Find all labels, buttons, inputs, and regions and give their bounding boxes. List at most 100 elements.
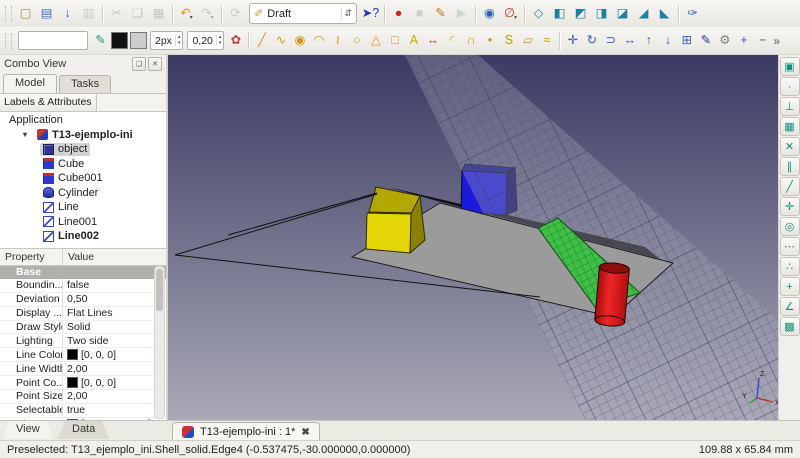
draft-bezier[interactable]: ≈ [537,30,556,51]
draft-remove-point[interactable]: − [753,30,772,51]
undo-caret-icon[interactable]: ▾ [190,14,193,24]
line-color-swatch[interactable] [111,32,128,49]
draft-arc[interactable]: ◠ [309,30,328,51]
property-row-deviation[interactable]: Deviation0,50 [0,293,166,307]
draft-scale[interactable]: ⊞ [677,30,696,51]
snap-perpendicular[interactable]: ⊥ [780,97,800,116]
redo-caret-icon[interactable]: ▾ [211,14,214,24]
workbench-selector[interactable]: ✐Draft⇵ [249,3,357,24]
property-row-draw-style[interactable]: Draw StyleSolid [0,321,166,335]
snap-dimensions[interactable]: ⋯ [780,237,800,256]
macro-record[interactable]: ● [388,3,409,24]
view-top[interactable]: ◩ [570,3,591,24]
snap-working-plane[interactable]: ▩ [780,317,800,336]
paste[interactable]: ▦ [148,3,169,24]
tree-item-object[interactable]: object [0,142,166,157]
tree-item-cube[interactable]: Cube [0,157,166,172]
face-color-swatch[interactable] [130,32,147,49]
draft-bspline[interactable]: ≀ [328,30,347,51]
tab-tasks[interactable]: Tasks [59,75,111,93]
line-width-spin[interactable]: 2px▴▾ [150,31,183,50]
property-row-point-co--value[interactable]: [0, 0, 0] [62,377,166,389]
draft-move[interactable]: ✛ [563,30,582,51]
draft-ellipse[interactable]: ○ [347,30,366,51]
draft-downgrade[interactable]: ↓ [658,30,677,51]
view-front[interactable]: ◧ [549,3,570,24]
line-width-spin-arrows-icon[interactable]: ▴▾ [175,35,183,46]
draft-arc-3points[interactable]: ∩ [461,30,480,51]
tree-column-header[interactable]: Labels & Attributes [0,94,97,111]
undo[interactable]: ↶▾ [176,3,197,24]
property-row-point-size-value[interactable]: 2,00 [62,390,166,402]
property-row-lighting[interactable]: LightingTwo side [0,334,166,348]
red-cylinder[interactable] [594,262,629,327]
property-row-boundin--value[interactable]: false [62,279,166,291]
3d-viewport[interactable]: X Z Y [168,55,778,420]
property-row-line-color[interactable]: Line Color[0, 0, 0] [0,348,166,362]
tree-item-line001[interactable]: Line001 [0,215,166,230]
close-document-icon[interactable]: ✖ [301,427,309,438]
zoom-fit-all[interactable]: ◉ [479,3,500,24]
macro-play[interactable]: ▶ [451,3,472,24]
view-bottom[interactable]: ◢ [633,3,654,24]
save-document[interactable]: ↓ [57,3,78,24]
snap-grid[interactable]: ▦ [780,117,800,136]
draft-circle[interactable]: ◉ [290,30,309,51]
property-column-header[interactable]: Property [0,249,62,265]
tree-item-cube001[interactable]: Cube001 [0,171,166,186]
property-row-draw-style-value[interactable]: Solid [62,321,166,333]
workbench-selector-spinner-icon[interactable]: ⇵ [341,8,354,19]
draft-edit[interactable]: ✎ [696,30,715,51]
redo[interactable]: ↷▾ [197,3,218,24]
toolbar2-overflow[interactable]: » [773,34,780,48]
draft-polygon[interactable]: △ [366,30,385,51]
value-column-header[interactable]: Value [62,249,166,265]
tab-model[interactable]: Model [3,74,57,93]
red-cylinder-body[interactable] [595,267,630,322]
draft-point[interactable]: • [480,30,499,51]
property-row-base[interactable]: Base [0,266,166,279]
print[interactable]: ▥ [78,3,99,24]
draft-line[interactable]: ╱ [252,30,271,51]
property-row-point-co-[interactable]: Point Co...[0, 0, 0] [0,376,166,390]
property-row-display-[interactable]: Display ...Flat Lines [0,307,166,321]
yellow-cube[interactable] [366,187,425,253]
view-right[interactable]: ◨ [591,3,612,24]
expander-icon[interactable]: ▾ [23,130,34,139]
snap-lock[interactable]: ▣ [780,57,800,76]
tree-item-line002[interactable]: Line002 [0,229,166,244]
snap-center[interactable]: ◎ [780,217,800,236]
open-document[interactable]: ▤ [36,3,57,24]
whats-this[interactable]: ➤? [360,3,381,24]
refresh[interactable]: ⟳ [225,3,246,24]
property-row-boundin-[interactable]: Boundin...false [0,279,166,293]
close-panel-icon[interactable]: ✕ [148,57,162,71]
scrollbar-thumb[interactable] [156,269,163,311]
snap-extension[interactable]: ╱ [780,177,800,196]
snap-near[interactable]: ∴ [780,257,800,276]
draft-add-point[interactable]: + [734,30,753,51]
view-left[interactable]: ◣ [654,3,675,24]
draft-polyline[interactable]: ∿ [271,30,290,51]
draft-fillet[interactable]: ◜ [442,30,461,51]
tree-item-application[interactable]: Application [0,113,166,128]
draft-text[interactable]: A [404,30,423,51]
property-row-selectable-value[interactable]: true [62,404,166,416]
snap-midpoint[interactable]: ✛ [780,197,800,216]
draft-rotate[interactable]: ↻ [582,30,601,51]
new-document[interactable]: ▢ [15,3,36,24]
tab-view[interactable]: View [2,421,54,439]
draft-dimension[interactable]: ↔ [423,30,442,51]
autogroup[interactable]: ✿ [226,30,245,51]
draft-command-input[interactable] [18,31,88,50]
document-tab[interactable]: T13-ejemplo-ini : 1* ✖ [172,422,320,441]
copy[interactable]: ❏ [127,3,148,24]
snap-endpoint[interactable]: ∙ [780,77,800,96]
view-rear[interactable]: ◪ [612,3,633,24]
property-row-point-size[interactable]: Point Size2,00 [0,390,166,404]
property-row-line-width[interactable]: Line Width2,00 [0,362,166,376]
tree-item-t13-ejemplo-ini[interactable]: ▾T13-ejemplo-ini [0,128,166,143]
apply-style[interactable]: ✎ [91,30,110,51]
snap-intersection[interactable]: ✕ [780,137,800,156]
font-size-spin[interactable]: 0,20▴▾ [187,31,224,50]
